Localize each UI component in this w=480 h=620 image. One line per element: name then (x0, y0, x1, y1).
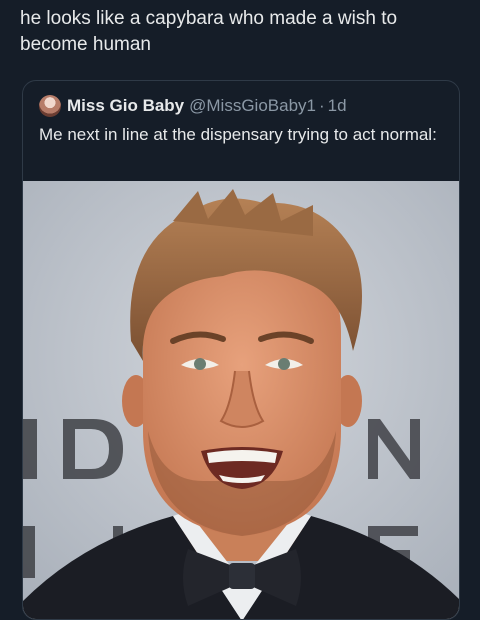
quoted-post-card[interactable]: Miss Gio Baby @MissGioBaby1 · 1d Me next… (22, 80, 460, 620)
quoted-post-header: Miss Gio Baby @MissGioBaby1 · 1d (39, 95, 347, 117)
quoted-post-time[interactable]: 1d (328, 96, 347, 116)
quoted-author-name[interactable]: Miss Gio Baby (67, 96, 184, 116)
quoted-post-photo[interactable] (23, 181, 459, 619)
photo-of-smiling-man-in-tuxedo (23, 181, 459, 619)
avatar[interactable] (39, 95, 61, 117)
post-text: he looks like a capybara who made a wish… (20, 8, 398, 55)
separator: · (319, 96, 325, 115)
quoted-author-handle[interactable]: @MissGioBaby1 (189, 96, 316, 116)
quoted-post-text: Me next in line at the dispensary trying… (39, 125, 437, 144)
